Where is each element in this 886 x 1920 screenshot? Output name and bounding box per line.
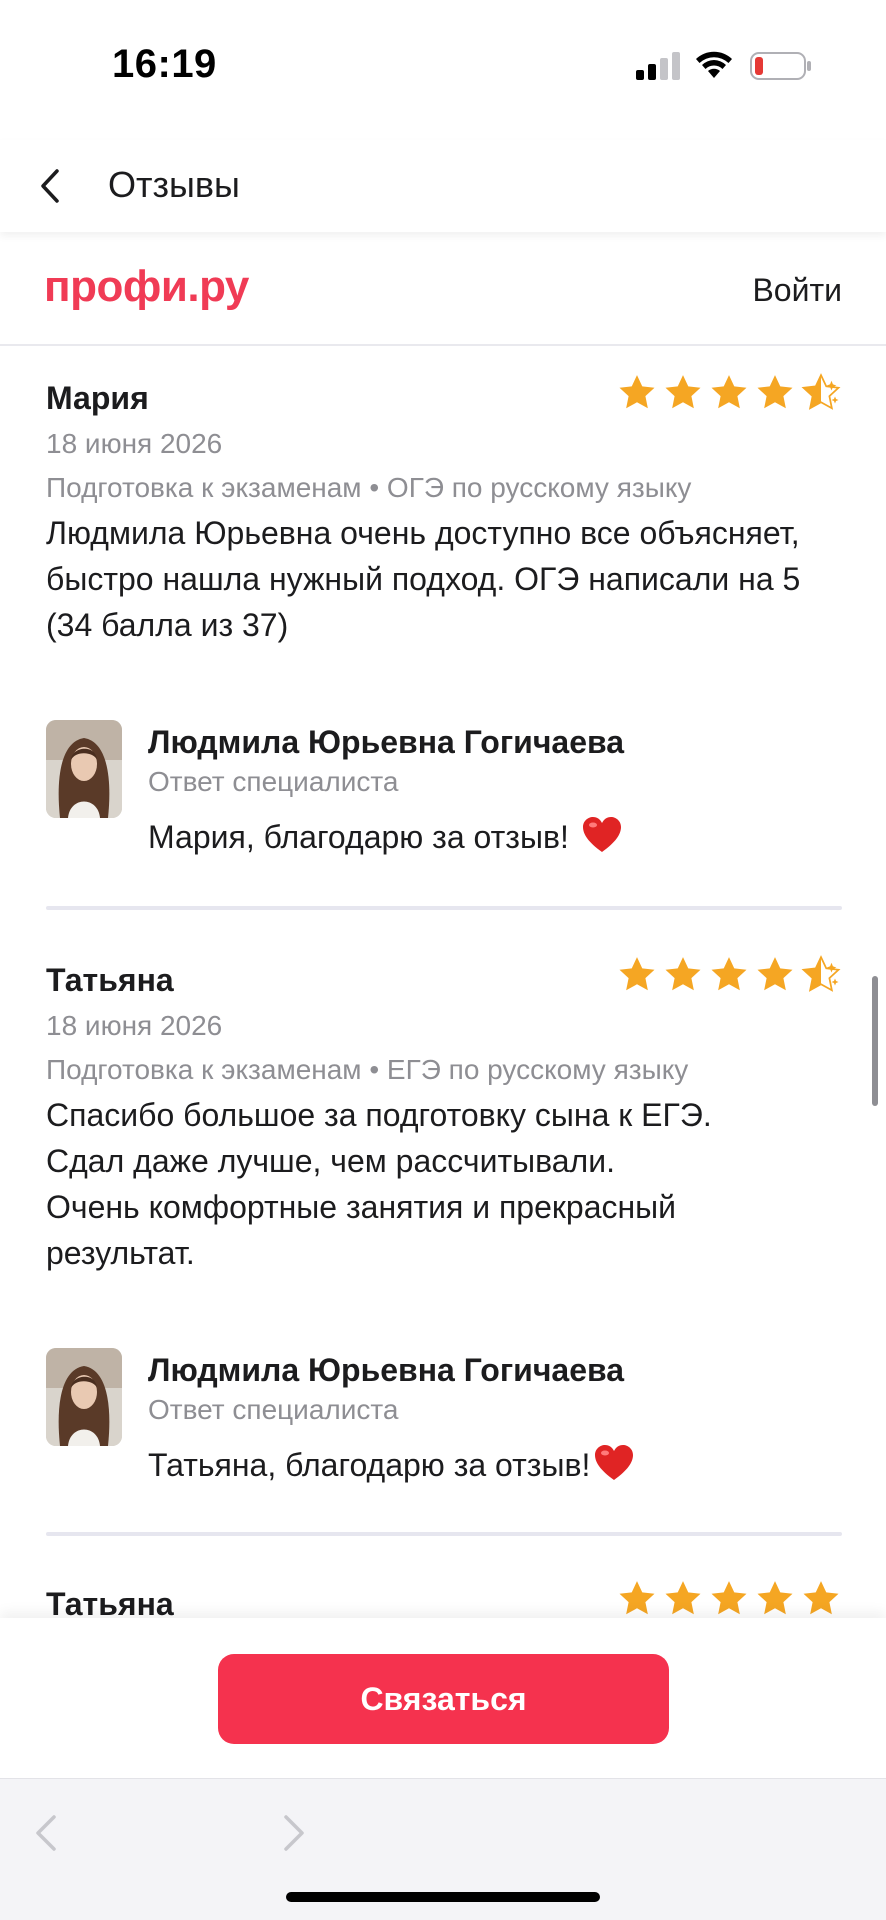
specialist-name[interactable]: Людмила Юрьевна Гогичаева [148,1352,624,1389]
status-time: 16:19 [112,42,217,86]
avatar[interactable] [46,1348,122,1446]
cellular-signal-icon [636,52,680,80]
review-author: Татьяна [46,1586,174,1618]
star-icon [619,957,655,991]
half-star-sparkle-icon [801,373,841,410]
avatar[interactable] [46,720,122,818]
star-icon [665,957,701,991]
browser-back-icon[interactable] [30,1813,62,1853]
specialist-name[interactable]: Людмила Юрьевна Гогичаева [148,724,624,761]
review-text-line: Сдал даже лучше, чем рассчитывали. [46,1143,615,1179]
review-date: 18 июня 2026 [46,1010,223,1041]
chevron-left-icon [41,169,59,203]
profi-logo[interactable]: профи.ру [44,262,249,312]
review-text: Людмила Юрьевна очень доступно все объяс… [46,515,801,643]
star-icon [711,1581,747,1615]
back-button[interactable] [30,160,70,212]
rating-stars [616,372,842,414]
star-icon [757,375,793,409]
star-icon [619,375,655,409]
rating-stars [616,954,842,996]
red-heart-icon [582,817,621,852]
review-category: Подготовка к экзаменам • ЕГЭ по русскому… [46,1054,689,1085]
review-category: Подготовка к экзаменам • ОГЭ по русскому… [46,472,692,503]
review-date: 18 июня 2026 [46,428,223,459]
avatar-image [46,1348,122,1446]
review-text: Спасибо большое за подготовку сына к ЕГЭ… [46,1092,842,1276]
login-link[interactable]: Войти [752,272,842,309]
review-divider [46,1532,842,1536]
review-card: Татьяна [46,1581,842,1618]
wifi-icon [696,51,732,78]
scrollbar[interactable] [872,976,878,1106]
reply-text-content: Татьяна, благодарю за отзыв! [148,1447,591,1483]
specialist-reply: Людмила Юрьевна Гогичаева Ответ специали… [46,1348,842,1488]
reply-text-content: Мария, благодарю за отзыв! [148,819,578,855]
review-divider [46,906,842,910]
red-heart-icon [595,1445,634,1480]
contact-button[interactable]: Связаться [218,1654,669,1744]
star-icon [619,1581,655,1615]
review-text-line: результат. [46,1235,195,1271]
star-icon [711,375,747,409]
star-icon [757,1581,793,1615]
navigation-bar: Отзывы [0,140,886,232]
specialist-role: Ответ специалиста [148,766,399,797]
star-icon [711,957,747,991]
reviews-list: Мария 18 июня 2026 Подготовка к экзамена… [0,348,886,1618]
review-text-line: Спасибо большое за подготовку сына к ЕГЭ… [46,1097,712,1133]
avatar-image [46,720,122,818]
specialist-role: Ответ специалиста [148,1394,399,1425]
review-card: Татьяна 18 июня 2026 Подготовка к экзаме… [46,955,842,1483]
star-icon [803,1581,839,1615]
review-card: Мария 18 июня 2026 Подготовка к экзамена… [46,373,842,860]
star-icon [757,957,793,991]
specialist-reply: Людмила Юрьевна Гогичаева Ответ специали… [46,720,842,860]
browser-forward-icon[interactable] [278,1813,310,1853]
star-icon [665,1581,701,1615]
review-text-line: Очень комфортные занятия и прекрасный [46,1189,677,1225]
half-star-sparkle-icon [801,955,841,992]
status-bar: 16:19 [0,0,886,120]
page-title: Отзывы [108,164,240,205]
review-author: Мария [46,380,149,416]
contact-bar: Связаться [0,1618,886,1778]
reply-text: Мария, благодарю за отзыв! [148,816,622,856]
star-icon [665,375,701,409]
reply-text: Татьяна, благодарю за отзыв! [148,1444,634,1484]
rating-stars [616,1578,842,1618]
site-header: профи.ру Войти [0,232,886,346]
review-author: Татьяна [46,962,174,998]
battery-icon [750,52,811,80]
home-indicator[interactable] [286,1892,600,1902]
